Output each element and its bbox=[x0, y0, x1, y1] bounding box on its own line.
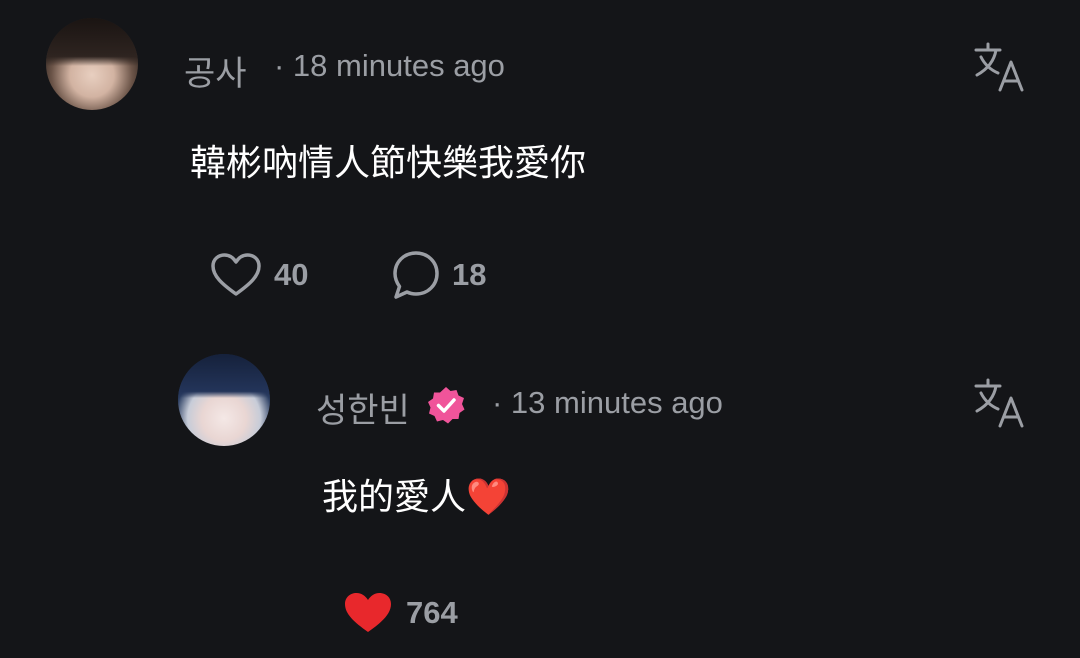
comment-username[interactable]: 공사 bbox=[184, 46, 247, 95]
like-button[interactable]: 764 bbox=[342, 590, 458, 636]
like-count: 764 bbox=[406, 595, 458, 630]
reply-item bbox=[0, 330, 1080, 658]
comment-text: 韓彬吶情人節快樂我愛你 bbox=[190, 143, 587, 184]
heart-filled-icon bbox=[345, 593, 391, 632]
reply-username[interactable]: 성한빈 bbox=[316, 383, 410, 432]
avatar[interactable] bbox=[178, 354, 270, 446]
comment-item: 공사 · 18 minutes ago 韓彬吶情人節快樂我愛你 40 18 bbox=[0, 0, 1080, 330]
comment-timestamp: · 18 minutes ago bbox=[274, 48, 505, 83]
reply-count: 18 bbox=[452, 257, 487, 292]
heart-outline-icon bbox=[211, 253, 261, 296]
like-button[interactable]: 40 bbox=[210, 252, 308, 298]
avatar[interactable] bbox=[46, 18, 138, 110]
comment-icon bbox=[393, 251, 439, 299]
reply-timestamp: · 13 minutes ago bbox=[492, 385, 723, 420]
translate-icon[interactable] bbox=[972, 376, 1028, 432]
translate-icon[interactable] bbox=[972, 40, 1028, 96]
like-count: 40 bbox=[274, 257, 309, 292]
verified-badge-icon bbox=[428, 387, 465, 424]
reply-text: 我的愛人❤️ bbox=[322, 477, 511, 518]
reply-button[interactable]: 18 bbox=[392, 250, 486, 300]
